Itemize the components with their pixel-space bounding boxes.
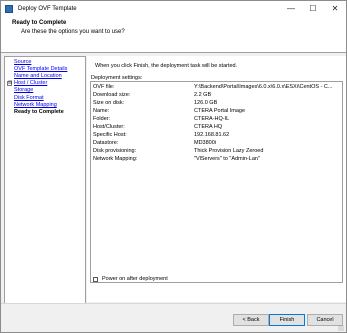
nav-step-storage[interactable]: Storage (14, 87, 33, 93)
setting-value: Thick Provision Lazy Zeroed (194, 148, 264, 154)
title-bar[interactable]: Deploy OVF Template — ☐ ✕ (1, 1, 346, 16)
setting-value: CTERA HQ (194, 124, 223, 130)
nav-step-network-mapping[interactable]: Network Mapping (14, 102, 57, 108)
deployment-settings-list: OVF file: Y:\Backend\Portal\Images\6.0.x\… (90, 81, 343, 283)
settings-row: Size on disk: 126.0 GB (91, 100, 342, 108)
nav-step-name-and-location[interactable]: Name and Location (14, 73, 62, 79)
setting-value: CTERA-HQ-IL (194, 116, 230, 122)
settings-row: Download size: 2.2 GB (91, 92, 342, 100)
setting-value: CTERA Portal Image (194, 108, 246, 114)
setting-key: Name: (93, 108, 110, 114)
nav-step-disk-format[interactable]: Disk Format (14, 95, 44, 101)
settings-row: Datastore: MD3800i (91, 140, 342, 148)
power-on-label: Power on after deployment (102, 276, 168, 282)
setting-key: Disk provisioning: (93, 148, 137, 154)
app-icon (5, 4, 13, 13)
nav-step-host-cluster[interactable]: Host / Cluster (14, 80, 47, 86)
intro-text: When you click Finish, the deployment ta… (95, 63, 238, 69)
settings-row: Specific Host: 192.168.81.62 (91, 132, 342, 140)
power-on-checkbox[interactable] (93, 276, 98, 282)
setting-key: Network Mapping: (93, 156, 138, 162)
setting-value: "VlServers" to "Admin-Lan" (194, 156, 260, 162)
setting-key: Size on disk: (93, 100, 125, 106)
settings-row: Folder: CTERA-HQ-IL (91, 116, 342, 124)
setting-value: 192.168.81.62 (194, 132, 230, 138)
page-subtitle: Are these the options you want to use? (21, 29, 125, 35)
settings-row: OVF file: Y:\Backend\Portal\Images\6.0.x\… (91, 84, 342, 92)
nav-step-ready-to-complete[interactable]: Ready to Complete (14, 109, 64, 115)
page-title: Ready to Complete (12, 20, 67, 26)
close-icon[interactable]: ✕ (324, 1, 346, 16)
wizard-steps-nav: Source OVF Template Details Name and Loc… (4, 56, 86, 304)
collapse-toggle-icon[interactable]: ⊟ (7, 81, 12, 86)
resize-grip-icon[interactable] (338, 325, 344, 331)
nav-step-ovf-template-details[interactable]: OVF Template Details (14, 66, 67, 72)
setting-value: 126.0 GB (194, 100, 218, 106)
settings-row: Name: CTERA Portal Image (91, 108, 342, 116)
wizard-footer: < Back Finish Cancel (1, 303, 346, 332)
settings-row: Disk provisioning: Thick Provision Lazy Z… (91, 148, 342, 156)
wizard-header: Ready to Complete Are these the options … (1, 16, 346, 53)
settings-row: Network Mapping: "VlServers" to "Admin-La… (91, 156, 342, 164)
setting-key: Folder: (93, 116, 111, 122)
setting-value: MD3800i (194, 140, 217, 146)
back-button[interactable]: < Back (233, 314, 269, 326)
finish-button[interactable]: Finish (269, 314, 305, 326)
setting-key: Datastore: (93, 140, 119, 146)
window-title: Deploy OVF Template (18, 5, 77, 12)
setting-value: 2.2 GB (194, 92, 212, 98)
main-panel: When you click Finish, the deployment ta… (87, 56, 346, 302)
setting-key: Specific Host: (93, 132, 127, 138)
maximize-icon[interactable]: ☐ (302, 1, 324, 16)
window-controls: — ☐ ✕ (280, 1, 346, 16)
setting-key: Host/Cluster: (93, 124, 125, 130)
setting-key: Download size: (93, 92, 131, 98)
deploy-ovf-window: Deploy OVF Template — ☐ ✕ Ready to Compl… (0, 0, 347, 333)
setting-value: Y:\Backend\Portal\Images\6.0.x\6.0.x\ESX… (194, 84, 333, 90)
minimize-icon[interactable]: — (280, 1, 302, 16)
nav-step-source[interactable]: Source (14, 59, 31, 65)
settings-row: Host/Cluster: CTERA HQ (91, 124, 342, 132)
power-on-option[interactable]: Power on after deployment (93, 276, 168, 282)
setting-key: OVF file: (93, 84, 115, 90)
